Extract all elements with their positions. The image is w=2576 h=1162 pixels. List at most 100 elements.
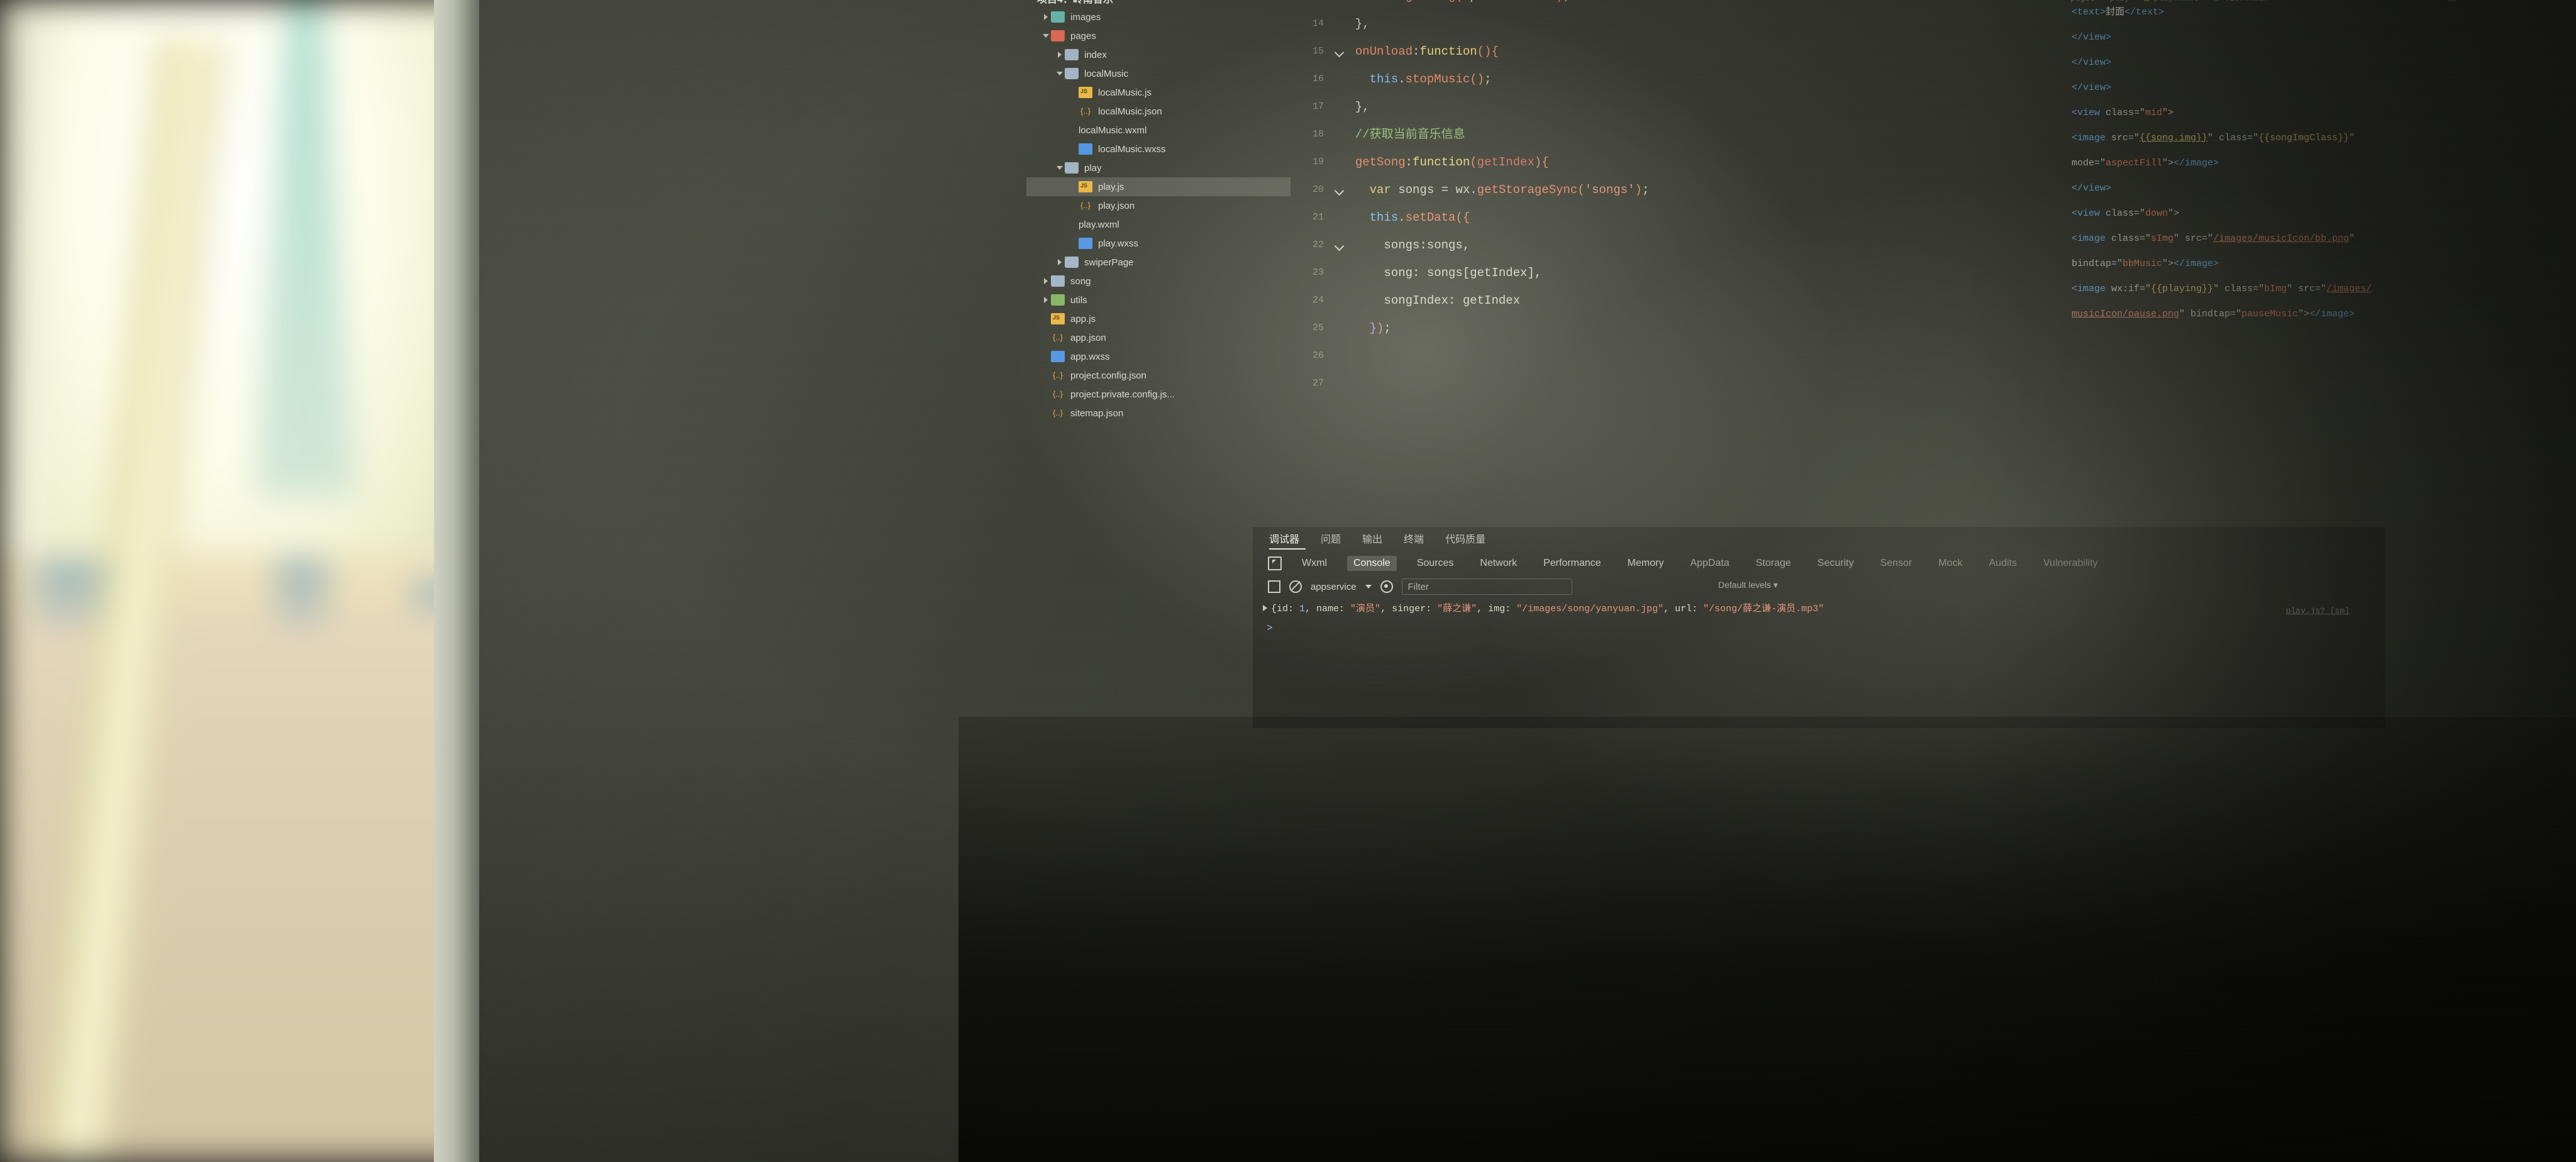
- wxml-token: <text>: [2072, 7, 2106, 18]
- console-prompt[interactable]: >: [1267, 622, 1273, 634]
- tree-item[interactable]: song: [1026, 272, 1291, 290]
- code-line: this.setData({: [1341, 204, 1970, 231]
- chevron-right-icon[interactable]: [1054, 257, 1065, 268]
- folder-icon: [1051, 294, 1065, 306]
- tree-item[interactable]: images: [1026, 8, 1291, 26]
- inspect-element-icon[interactable]: [1268, 556, 1282, 570]
- devtools-tab-sources[interactable]: Sources: [1411, 556, 1460, 571]
- file-explorer: 项目4：岭南音乐 images pages index localMusic local…: [1026, 0, 1291, 542]
- line-number: 15: [1291, 38, 1330, 65]
- wxml-token: bindtap=": [2072, 258, 2123, 269]
- context-selector[interactable]: appservice: [1311, 582, 1357, 592]
- execute-icon[interactable]: [1268, 580, 1280, 593]
- devtools-tab-wxml[interactable]: Wxml: [1296, 556, 1333, 571]
- console-log-entry[interactable]: {id: 1, name: "演员", singer: "薛之谦", img: …: [1263, 601, 2385, 645]
- explorer-root[interactable]: 项目4：岭南音乐: [1026, 0, 1291, 8]
- wxml-token: <image: [2072, 133, 2106, 143]
- devtools-tab-mock[interactable]: Mock: [1932, 556, 1968, 571]
- tree-item[interactable]: play.wxss: [1026, 234, 1291, 253]
- devtools-tab-vulnerability[interactable]: Vulnerability: [2037, 556, 2104, 571]
- devtools-tab-appdata[interactable]: AppData: [1684, 556, 1735, 571]
- expand-arrow-icon[interactable]: [1263, 605, 1267, 611]
- devtools-tab-network[interactable]: Network: [1474, 556, 1523, 571]
- chevron-right-icon[interactable]: [1054, 50, 1065, 60]
- code-line: },: [1341, 10, 1970, 38]
- filter-input[interactable]: Filter: [1401, 578, 1572, 595]
- tree-item[interactable]: localMusic: [1026, 64, 1291, 83]
- tree-item[interactable]: play: [1026, 158, 1291, 177]
- code-line: },: [1341, 93, 1970, 121]
- chevron-right-icon[interactable]: [1040, 276, 1051, 287]
- devtools-tab-security[interactable]: Security: [1811, 556, 1860, 571]
- editor-code[interactable]: this.getSong(options.index); }, onUnload…: [1341, 0, 1970, 342]
- chevron-down-icon[interactable]: [1026, 0, 1037, 4]
- devtools-tab-sensor[interactable]: Sensor: [1874, 556, 1919, 571]
- tree-item[interactable]: localMusic.js: [1026, 83, 1291, 102]
- tree-item[interactable]: play.wxml: [1026, 215, 1291, 234]
- tree-item[interactable]: index: [1026, 45, 1291, 64]
- bookmark-icon[interactable]: ⚐: [2470, 0, 2477, 11]
- chevron-right-icon[interactable]: [1040, 295, 1051, 306]
- devtools-panel-tabs: 调试器 问题 输出 终端 代码质量: [1269, 531, 1485, 546]
- json-file-icon: {..}: [1053, 389, 1063, 399]
- tree-item[interactable]: {..} project.config.json: [1026, 366, 1291, 385]
- tree-item[interactable]: {..} play.json: [1026, 196, 1291, 215]
- tree-item[interactable]: app.wxss: [1026, 347, 1291, 366]
- log-level-selector[interactable]: Default levels ▾: [1718, 580, 1778, 590]
- wxml-token: class=": [2106, 233, 2151, 244]
- wxml-line: <view class="down">: [2072, 201, 2372, 226]
- line-number: 16: [1312, 74, 1324, 84]
- list-icon[interactable]: ☰: [2448, 0, 2457, 11]
- code-token: .: [1513, 0, 1520, 3]
- tree-item[interactable]: localMusic.wxml: [1026, 121, 1291, 140]
- wxml-token: ": [2349, 133, 2355, 143]
- wxml-code[interactable]: <text>封面</text> </view> </view> </view> <…: [2072, 0, 2372, 327]
- devtools-panel-tab[interactable]: 问题: [1321, 531, 1341, 546]
- log-source-link[interactable]: play.js? [sm]: [2286, 606, 2350, 616]
- chevron-down-icon[interactable]: [1054, 69, 1065, 79]
- devtools-tabs: Wxml Console Sources Network Performance Memo…: [1268, 556, 2104, 571]
- tree-item[interactable]: {..} sitemap.json: [1026, 404, 1291, 423]
- code-line: var songs = wx.getStorageSync('songs');: [1341, 176, 1970, 204]
- tree-item-label: localMusic.json: [1098, 106, 1162, 117]
- clear-console-icon[interactable]: [1289, 580, 1302, 593]
- forward-arrow-icon[interactable]: →: [2511, 0, 2517, 11]
- chevron-down-icon[interactable]: [1054, 163, 1065, 174]
- devtools-tab-console[interactable]: Console: [1346, 556, 1397, 571]
- chevron-down-icon[interactable]: [1365, 585, 1372, 589]
- code-line: this.getSong(options.index);: [1341, 0, 1970, 10]
- folder-icon: [1065, 162, 1079, 174]
- devtools-tab-memory[interactable]: Memory: [1621, 556, 1670, 571]
- tree-item[interactable]: app.js: [1026, 309, 1291, 328]
- devtools-tab-storage[interactable]: Storage: [1750, 556, 1797, 571]
- code-token: }: [1369, 321, 1377, 335]
- eye-icon[interactable]: [1380, 580, 1393, 593]
- tree-item[interactable]: {..} localMusic.json: [1026, 102, 1291, 121]
- tree-item[interactable]: pages: [1026, 26, 1291, 45]
- wxml-token: mid: [2145, 108, 2163, 118]
- chevron-right-icon[interactable]: [1040, 12, 1051, 23]
- window-light: [38, 0, 453, 604]
- devtools-tab-performance[interactable]: Performance: [1537, 556, 1607, 571]
- devtools-panel-tab[interactable]: 调试器: [1269, 531, 1299, 546]
- line-number: 19: [1312, 157, 1324, 167]
- tree-item[interactable]: utils: [1026, 290, 1291, 309]
- devtools-panel-tab[interactable]: 终端: [1404, 531, 1424, 546]
- back-arrow-icon[interactable]: ←: [2490, 0, 2497, 11]
- tree-item[interactable]: swiperPage: [1026, 253, 1291, 272]
- devtools-tab-audits[interactable]: Audits: [1983, 556, 2023, 571]
- devtools-panel-tab[interactable]: 输出: [1362, 531, 1382, 546]
- code-token: 'songs': [1584, 183, 1635, 197]
- log-url-value: "/song/薛之谦-演员.mp3": [1703, 604, 1824, 614]
- tree-item[interactable]: {..} project.private.config.js...: [1026, 385, 1291, 404]
- json-file-icon: {..}: [1080, 201, 1091, 210]
- chevron-down-icon[interactable]: [1040, 31, 1051, 42]
- tree-item[interactable]: {..} app.json: [1026, 328, 1291, 347]
- code-token: this: [1369, 72, 1399, 86]
- tree-item[interactable]: localMusic.wxss: [1026, 140, 1291, 158]
- tree-item[interactable]: play.js: [1026, 177, 1291, 196]
- devtools-panel-tab[interactable]: 代码质量: [1445, 531, 1485, 546]
